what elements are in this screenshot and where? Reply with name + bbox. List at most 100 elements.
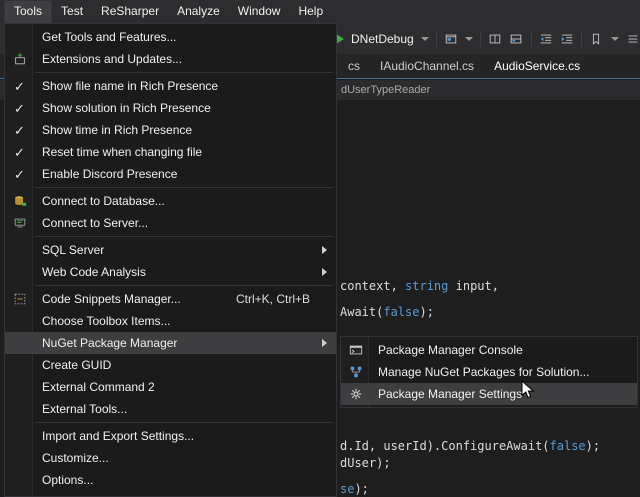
menu-item-nuget-package-manager[interactable]: NuGet Package Manager: [5, 332, 336, 354]
menu-separator: [35, 187, 333, 188]
menu-item-create-guid[interactable]: Create GUID: [5, 354, 336, 376]
menu-item-extensions-and-updates[interactable]: Extensions and Updates...: [5, 48, 336, 70]
run-config-label[interactable]: DNetDebug: [351, 32, 414, 46]
menu-item-options[interactable]: Options...: [5, 469, 336, 491]
menubar-item-help[interactable]: Help: [289, 0, 332, 23]
indent-decrease-icon[interactable]: [538, 30, 552, 48]
menu-item-label: Package Manager Console: [370, 343, 637, 357]
window-icon[interactable]: [444, 30, 458, 48]
menu-item-gutter: [5, 332, 34, 354]
code-text: );: [419, 305, 433, 319]
menu-item-shortcut: Ctrl+K, Ctrl+B: [236, 292, 310, 306]
menubar-item-resharper[interactable]: ReSharper: [92, 0, 168, 23]
mouse-cursor: [521, 380, 535, 405]
menu-item-gutter: [5, 398, 34, 420]
menubar-item-analyze[interactable]: Analyze: [168, 0, 229, 23]
menu-item-label: Create GUID: [34, 358, 336, 372]
menu-item-label: Show file name in Rich Presence: [34, 79, 336, 93]
menubar-item-tools[interactable]: Tools: [4, 0, 52, 23]
toolbar-separator: [436, 31, 437, 47]
code-keyword: se: [340, 482, 354, 496]
submenu-arrow-icon: [322, 268, 327, 276]
split-pane-vertical-icon[interactable]: [488, 30, 502, 48]
menu-item-label: SQL Server: [34, 243, 322, 257]
menu-item-connect-to-database[interactable]: Connect to Database...: [5, 190, 336, 212]
checkmark-icon: ✓: [5, 119, 34, 141]
menu-item-show-file-name-rich-presence[interactable]: ✓ Show file name in Rich Presence: [5, 75, 336, 97]
submenu-arrow-icon: [322, 339, 327, 347]
menu-item-customize[interactable]: Customize...: [5, 447, 336, 469]
menu-item-label: Show time in Rich Presence: [34, 123, 336, 137]
split-pane-horizontal-icon[interactable]: [509, 30, 523, 48]
code-text: input,: [448, 279, 499, 293]
menu-item-package-manager-settings[interactable]: Package Manager Settings: [341, 383, 637, 405]
checkmark-icon: ✓: [5, 163, 34, 185]
code-text: dUser);: [340, 456, 391, 470]
check-glyph: ✓: [14, 124, 25, 137]
menu-item-reset-time-changing-file[interactable]: ✓ Reset time when changing file: [5, 141, 336, 163]
menu-item-web-code-analysis[interactable]: Web Code Analysis: [5, 261, 336, 283]
menu-item-connect-to-server[interactable]: Connect to Server...: [5, 212, 336, 234]
menu-item-external-command-2[interactable]: External Command 2: [5, 376, 336, 398]
menu-item-label: Connect to Server...: [34, 216, 336, 230]
menu-item-external-tools[interactable]: External Tools...: [5, 398, 336, 420]
menu-item-package-manager-console[interactable]: Package Manager Console: [341, 339, 637, 361]
menu-item-gutter: [5, 239, 34, 261]
chevron-down-icon[interactable]: [421, 37, 429, 41]
check-glyph: ✓: [14, 168, 25, 181]
menu-item-label: External Command 2: [34, 380, 336, 394]
menubar-item-test[interactable]: Test: [52, 0, 92, 23]
menu-item-label: NuGet Package Manager: [34, 336, 322, 350]
nuget-submenu: Package Manager Console Manage NuGet Pac…: [340, 336, 638, 408]
checkmark-icon: ✓: [5, 97, 34, 119]
menu-item-gutter: [5, 310, 34, 332]
tools-menu: Get Tools and Features... Extensions and…: [4, 23, 337, 497]
code-line: Await(false);: [340, 305, 434, 319]
menu-item-label: Import and Export Settings...: [34, 429, 336, 443]
code-line: dUser);: [340, 456, 391, 470]
code-snippets-icon: [5, 288, 34, 310]
menu-item-label: Customize...: [34, 451, 336, 465]
menu-item-choose-toolbox-items[interactable]: Choose Toolbox Items...: [5, 310, 336, 332]
tab-iaudiochannel[interactable]: IAudioChannel.cs: [370, 54, 484, 78]
chevron-down-icon[interactable]: [611, 37, 619, 41]
menu-item-import-export-settings[interactable]: Import and Export Settings...: [5, 425, 336, 447]
tab-audioservice[interactable]: AudioService.cs: [484, 54, 590, 78]
code-line: d.Id, userId).ConfigureAwait(false);: [340, 439, 600, 453]
gear-icon: [341, 383, 370, 405]
console-icon: [341, 339, 370, 361]
menu-item-gutter: [5, 261, 34, 283]
code-text: context,: [340, 279, 405, 293]
menu-item-gutter: [5, 354, 34, 376]
menu-item-label: Code Snippets Manager...: [34, 292, 236, 306]
server-icon: [5, 212, 34, 234]
code-keyword: false: [383, 305, 419, 319]
toolbar-separator: [531, 31, 532, 47]
task-list-icon[interactable]: [626, 30, 640, 48]
toolbar-separator: [581, 31, 582, 47]
bookmark-icon[interactable]: [589, 30, 603, 48]
menu-item-gutter: [5, 376, 34, 398]
toolbar-separator: [480, 31, 481, 47]
checkmark-icon: ✓: [5, 75, 34, 97]
breadcrumb-type-label: dUserTypeReader: [341, 84, 430, 96]
menu-item-manage-nuget-packages-solution[interactable]: Manage NuGet Packages for Solution...: [341, 361, 637, 383]
menu-item-sql-server[interactable]: SQL Server: [5, 239, 336, 261]
menu-separator: [35, 236, 333, 237]
menu-item-show-time-rich-presence[interactable]: ✓ Show time in Rich Presence: [5, 119, 336, 141]
tab-partial[interactable]: cs: [338, 54, 370, 78]
menu-item-code-snippets-manager[interactable]: Code Snippets Manager... Ctrl+K, Ctrl+B: [5, 288, 336, 310]
menubar-item-window[interactable]: Window: [229, 0, 290, 23]
menu-item-label: Connect to Database...: [34, 194, 336, 208]
chevron-down-icon[interactable]: [465, 37, 473, 41]
menu-item-enable-discord-presence[interactable]: ✓ Enable Discord Presence: [5, 163, 336, 185]
start-debug-icon[interactable]: [336, 34, 344, 44]
menu-item-show-solution-rich-presence[interactable]: ✓ Show solution in Rich Presence: [5, 97, 336, 119]
code-text: );: [586, 439, 600, 453]
menu-item-get-tools-and-features[interactable]: Get Tools and Features...: [5, 26, 336, 48]
menu-item-gutter: [5, 26, 34, 48]
menu-item-gutter: [5, 425, 34, 447]
code-text: d.Id, userId).ConfigureAwait(: [340, 439, 550, 453]
code-line: se);: [340, 482, 369, 496]
indent-increase-icon[interactable]: [560, 30, 574, 48]
